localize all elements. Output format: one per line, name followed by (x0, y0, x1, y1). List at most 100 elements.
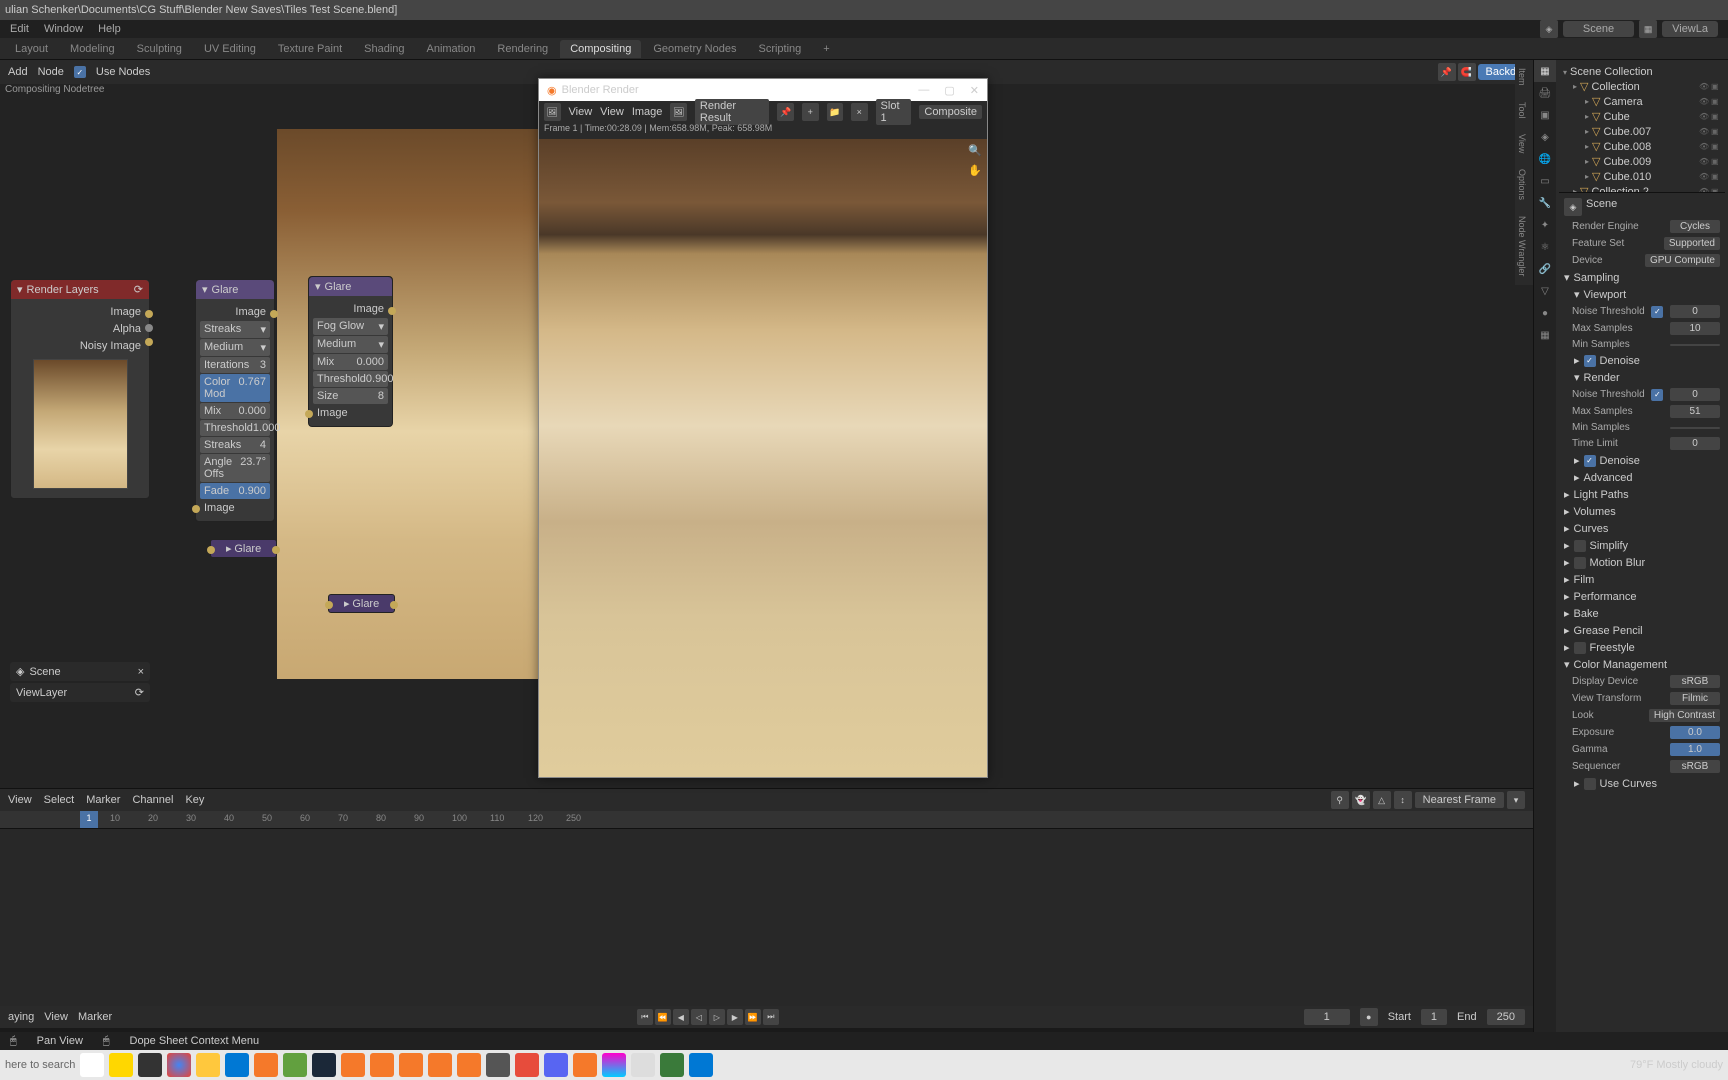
steam-icon[interactable] (312, 1053, 336, 1077)
viewlayer-row[interactable]: ViewLayer ⟳ (10, 683, 150, 702)
filter-icon[interactable]: ⚲ (1331, 791, 1349, 809)
props-tab-constraint[interactable]: 🔗 (1534, 258, 1556, 280)
vp-noise-check[interactable]: ✓ (1651, 306, 1663, 318)
r-max-samples[interactable]: 51 (1670, 405, 1720, 418)
menu-key[interactable]: Key (185, 794, 204, 806)
section-bake[interactable]: ▸Bake (1564, 605, 1720, 622)
output-socket-noisy[interactable] (145, 338, 153, 346)
tab-uv[interactable]: UV Editing (194, 40, 266, 58)
menu-view[interactable]: View (44, 1011, 68, 1023)
minimize-icon[interactable]: — (918, 84, 929, 97)
tab-layout[interactable]: Layout (5, 40, 58, 58)
node-header-glare1[interactable]: ▾ Glare (196, 280, 274, 299)
blender-icon-5[interactable] (428, 1053, 452, 1077)
node-glare-1[interactable]: ▾ Glare Image Streaks▾ Medium▾ Iteration… (195, 279, 275, 522)
section-light-paths[interactable]: ▸Light Paths (1564, 486, 1720, 503)
scene-breadcrumb[interactable]: Scene (1586, 198, 1617, 216)
tree-item[interactable]: ▸▽Camera👁▣ (1561, 94, 1723, 109)
only-selected-icon[interactable]: ↕ (1394, 791, 1412, 809)
props-tab-texture[interactable]: ▦ (1534, 324, 1556, 346)
props-tab-world[interactable]: 🌐 (1534, 148, 1556, 170)
blender-icon-6[interactable] (457, 1053, 481, 1077)
close-icon[interactable]: ✕ (970, 84, 979, 97)
output-socket[interactable] (388, 307, 396, 315)
glare2-mix[interactable]: Mix0.000 (313, 354, 388, 370)
menu-select[interactable]: Select (44, 794, 75, 806)
close-icon[interactable]: × (851, 103, 868, 121)
tab-options[interactable]: Options (1515, 161, 1529, 208)
section-sampling[interactable]: ▾Sampling (1564, 269, 1720, 286)
view-transform[interactable]: Filmic (1670, 692, 1720, 705)
start-frame[interactable]: 1 (1421, 1009, 1447, 1025)
tab-tool[interactable]: Tool (1515, 94, 1529, 127)
socket-noisy[interactable]: Noisy Image (80, 340, 141, 352)
props-tab-data[interactable]: ▽ (1534, 280, 1556, 302)
image-icon[interactable]: 🖼 (670, 103, 687, 121)
device[interactable]: GPU Compute (1645, 254, 1720, 267)
menu-marker[interactable]: Marker (86, 794, 120, 806)
node-glare-2[interactable]: ▾ Glare Image Fog Glow▾ Medium▾ Mix0.000… (308, 276, 393, 427)
socket-label[interactable]: Image (204, 502, 235, 514)
app-icon-8[interactable] (660, 1053, 684, 1077)
render-result[interactable]: Render Result (695, 99, 770, 125)
display-device[interactable]: sRGB (1670, 675, 1720, 688)
frame-next-icon[interactable]: ▶ (727, 1009, 743, 1025)
props-tab-scene[interactable]: ◈ (1534, 126, 1556, 148)
blender-icon-2[interactable] (341, 1053, 365, 1077)
snap-icon[interactable]: 🧲 (1458, 63, 1476, 81)
viewlayer-name-header[interactable]: ViewLa (1662, 21, 1718, 37)
close-icon[interactable]: × (138, 666, 144, 678)
play-reverse-icon[interactable]: ◁ (691, 1009, 707, 1025)
props-tab-modifier[interactable]: 🔧 (1534, 192, 1556, 214)
app-icon-9[interactable] (689, 1053, 713, 1077)
timeline-ruler[interactable]: 1 102030405060708090100110120250 (0, 811, 1533, 829)
tab-compositing[interactable]: Compositing (560, 40, 641, 58)
taskview-icon[interactable] (80, 1053, 104, 1077)
vp-max-samples[interactable]: 10 (1670, 322, 1720, 335)
socket-label[interactable]: Image (353, 303, 384, 315)
jump-start-icon[interactable]: ⏮ (637, 1009, 653, 1025)
input-socket[interactable] (207, 546, 215, 554)
menu-node[interactable]: Node (38, 66, 64, 78)
feature-set[interactable]: Supported (1664, 237, 1720, 250)
glare2-quality[interactable]: Medium▾ (313, 336, 388, 353)
app-icon-6[interactable] (602, 1053, 626, 1077)
keyframe-next-icon[interactable]: ⏩ (745, 1009, 761, 1025)
props-tab-render[interactable]: ▦ (1534, 60, 1556, 82)
collapse-icon[interactable]: ▾ (315, 280, 321, 293)
node-glare-4[interactable]: ▸ Glare (328, 594, 395, 613)
section-viewport[interactable]: ▾Viewport (1574, 286, 1720, 303)
node-header-render-layers[interactable]: ▾ Render Layers ⟳ (11, 280, 149, 299)
blender-icon-3[interactable] (370, 1053, 394, 1077)
props-tab-material[interactable]: ● (1534, 302, 1556, 324)
menu-view[interactable]: View (569, 106, 593, 118)
menu-playing[interactable]: aying (8, 1011, 34, 1023)
end-frame[interactable]: 250 (1487, 1009, 1525, 1025)
scene-name-header[interactable]: Scene (1563, 21, 1634, 37)
glare-mix[interactable]: Mix0.000 (200, 403, 270, 419)
section-grease-pencil[interactable]: ▸Grease Pencil (1564, 622, 1720, 639)
menu-marker[interactable]: Marker (78, 1011, 112, 1023)
app-icon-4[interactable] (486, 1053, 510, 1077)
node-render-layers[interactable]: ▾ Render Layers ⟳ Image Alpha Noisy Imag… (10, 279, 150, 499)
section-film[interactable]: ▸Film (1564, 571, 1720, 588)
r-noise-check[interactable]: ✓ (1651, 389, 1663, 401)
section-use-curves[interactable]: ▸Use Curves (1574, 775, 1720, 792)
glare-type[interactable]: Streaks▾ (200, 321, 270, 338)
minecraft-icon[interactable] (283, 1053, 307, 1077)
look[interactable]: High Contrast (1649, 709, 1720, 722)
tree-item[interactable]: ▸▽Collection👁▣ (1561, 79, 1723, 94)
frame-dropdown[interactable]: Nearest Frame (1415, 792, 1504, 808)
menu-help[interactable]: Help (98, 23, 121, 35)
vp-noise-value[interactable]: 0 (1670, 305, 1720, 318)
glare-streaks[interactable]: Streaks4 (200, 437, 270, 453)
input-socket[interactable] (305, 410, 313, 418)
props-tab-physics[interactable]: ⚛ (1534, 236, 1556, 258)
menu-view2[interactable]: View (600, 106, 624, 118)
section-simplify[interactable]: ▸Simplify (1564, 537, 1720, 554)
section-freestyle[interactable]: ▸Freestyle (1564, 639, 1720, 656)
glare2-threshold[interactable]: Threshold0.900 (313, 371, 388, 387)
normalize-icon[interactable]: △ (1373, 791, 1391, 809)
jump-end-icon[interactable]: ⏭ (763, 1009, 779, 1025)
open-icon[interactable]: 📁 (827, 103, 844, 121)
